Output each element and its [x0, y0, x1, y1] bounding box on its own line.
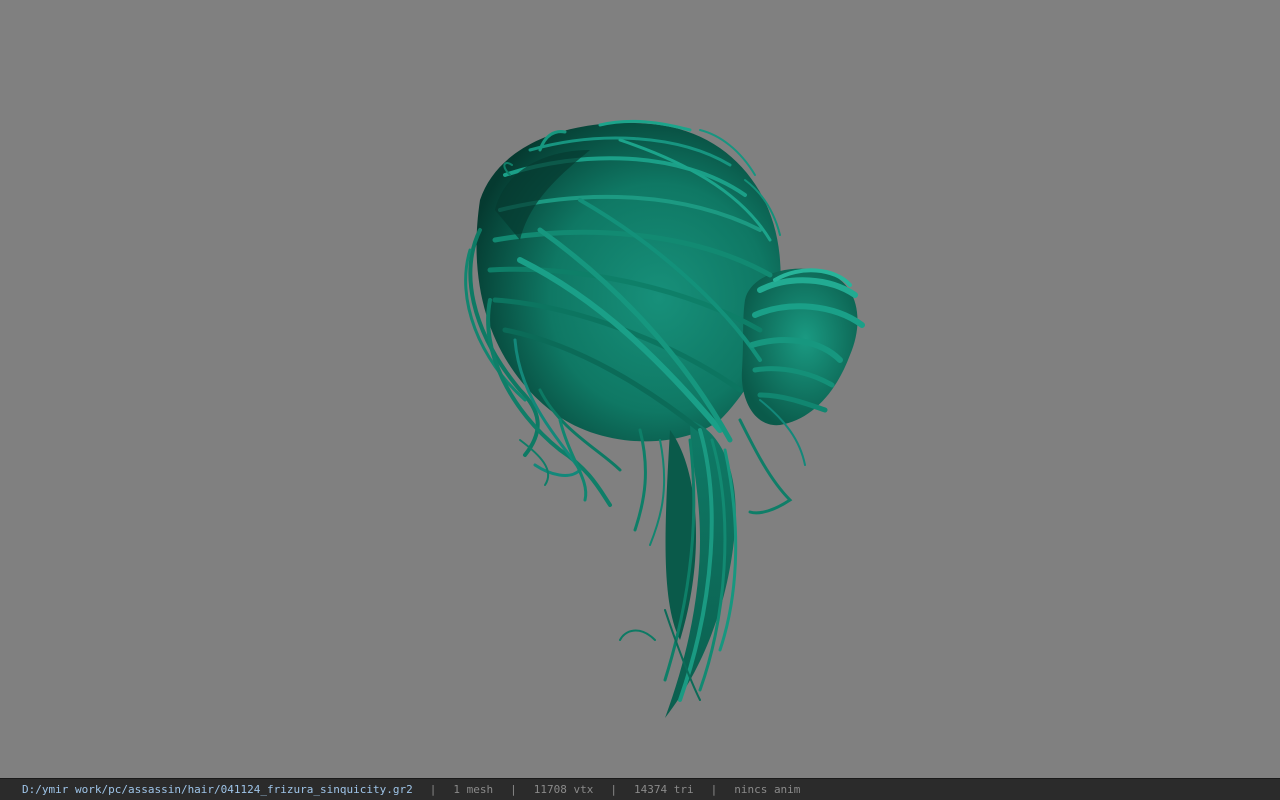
separator: |	[610, 783, 617, 796]
hair-model[interactable]	[0, 0, 1280, 778]
status-bar: D:/ymir work/pc/assassin/hair/041124_fri…	[0, 778, 1280, 800]
anim-status: nincs anim	[734, 783, 801, 796]
3d-viewport[interactable]	[0, 0, 1280, 778]
triangle-count: 14374 tri	[633, 783, 694, 796]
vertex-count: 11708 vtx	[533, 783, 594, 796]
separator: |	[710, 783, 718, 796]
mesh-count: 1 mesh	[453, 783, 494, 796]
file-path: D:/ymir work/pc/assassin/hair/041124_fri…	[22, 783, 413, 796]
separator: |	[510, 783, 517, 796]
separator: |	[429, 783, 437, 796]
